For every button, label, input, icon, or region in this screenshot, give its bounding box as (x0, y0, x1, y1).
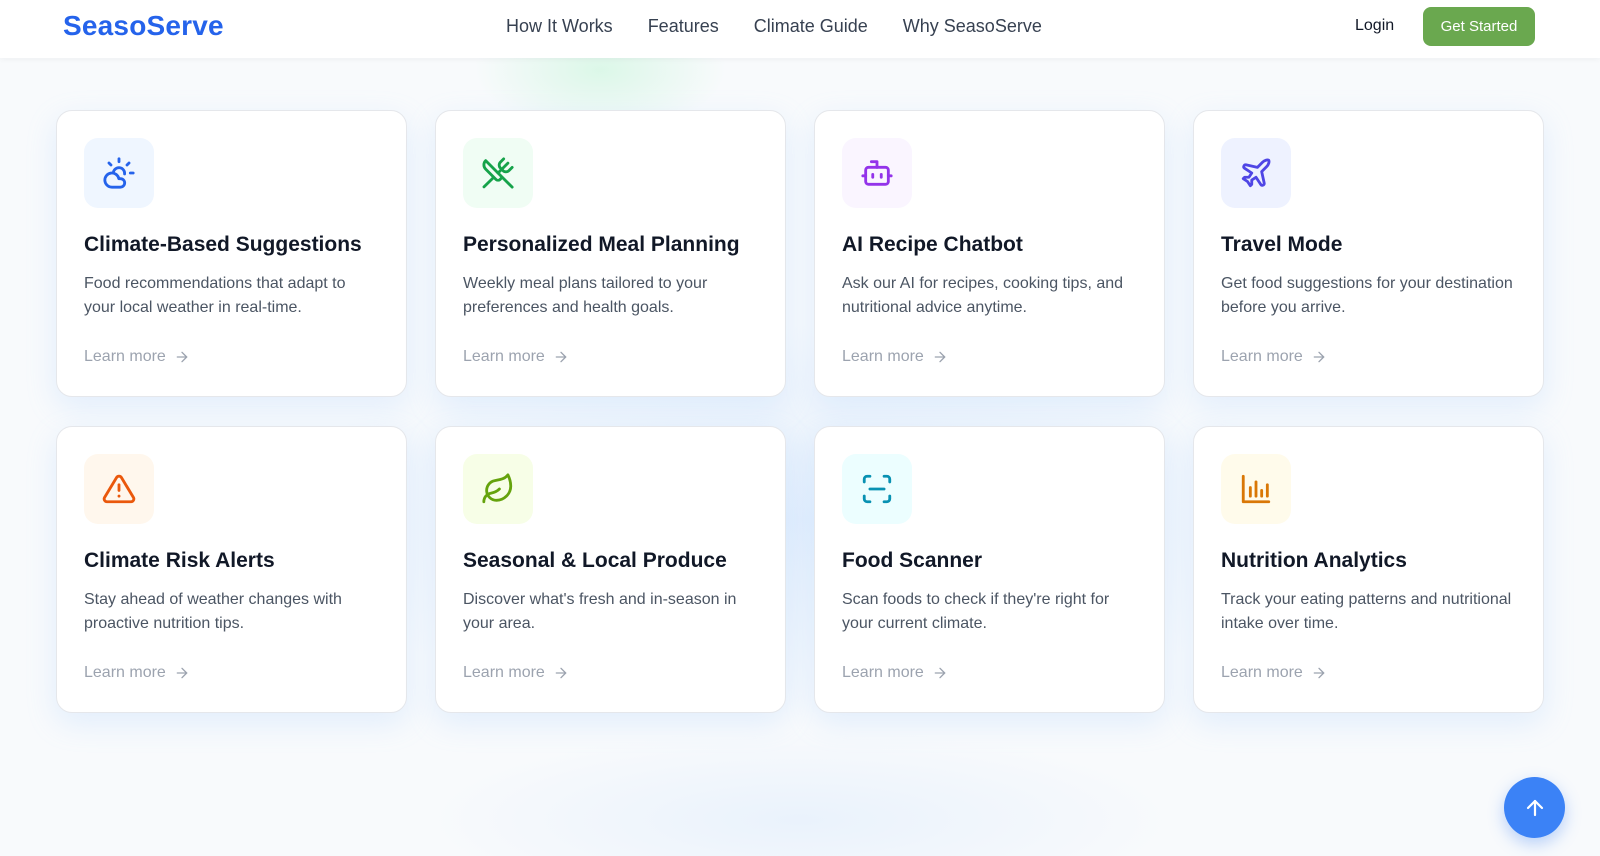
card-description: Ask our AI for recipes, cooking tips, an… (842, 275, 1124, 316)
leaf-icon (482, 473, 513, 504)
icon-box (842, 454, 912, 524)
learn-more-label: Learn more (463, 348, 545, 365)
nav-link-climate-guide[interactable]: Climate Guide (754, 16, 868, 37)
weather-sun-cloud-icon (103, 157, 135, 189)
arrow-right-icon (1311, 349, 1327, 365)
feature-card-nutrition-analytics[interactable]: Nutrition Analytics Track your eating pa… (1193, 426, 1544, 713)
warning-triangle-icon (102, 474, 136, 504)
icon-box (84, 138, 154, 208)
learn-more-label: Learn more (463, 664, 545, 681)
arrow-right-icon (932, 665, 948, 681)
scan-icon (862, 474, 892, 504)
utensils-crossed-icon (482, 157, 514, 189)
icon-box (842, 138, 912, 208)
learn-more-label: Learn more (84, 664, 166, 681)
learn-more-link[interactable]: Learn more (463, 348, 569, 366)
card-description: Get food suggestions for your destinatio… (1221, 275, 1513, 316)
arrow-right-icon (553, 349, 569, 365)
learn-more-link[interactable]: Learn more (1221, 348, 1327, 366)
icon-box (84, 454, 154, 524)
arrow-right-icon (1311, 665, 1327, 681)
arrow-right-icon (932, 349, 948, 365)
card-title: AI Recipe Chatbot (842, 233, 1023, 256)
learn-more-link[interactable]: Learn more (84, 348, 190, 366)
arrow-right-icon (174, 665, 190, 681)
learn-more-link[interactable]: Learn more (463, 664, 569, 682)
scroll-to-top-button[interactable] (1504, 777, 1565, 838)
learn-more-link[interactable]: Learn more (842, 348, 948, 366)
features-grid: Climate-Based Suggestions Food recommend… (56, 110, 1544, 713)
arrow-right-icon (174, 349, 190, 365)
learn-more-label: Learn more (842, 348, 924, 365)
learn-more-link[interactable]: Learn more (1221, 664, 1327, 682)
feature-card-seasonal-local-produce[interactable]: Seasonal & Local Produce Discover what's… (435, 426, 786, 713)
card-description: Discover what's fresh and in-season in y… (463, 591, 737, 632)
navbar: SeasoServe How It Works Features Climate… (0, 0, 1600, 58)
feature-card-personalized-meal-planning[interactable]: Personalized Meal Planning Weekly meal p… (435, 110, 786, 397)
arrow-right-icon (553, 665, 569, 681)
learn-more-label: Learn more (1221, 664, 1303, 681)
card-description: Track your eating patterns and nutrition… (1221, 591, 1512, 632)
card-title: Food Scanner (842, 549, 983, 572)
learn-more-link[interactable]: Learn more (842, 664, 948, 682)
icon-box (1221, 138, 1291, 208)
feature-card-climate-risk-alerts[interactable]: Climate Risk Alerts Stay ahead of weathe… (56, 426, 407, 713)
card-title: Seasonal & Local Produce (463, 549, 727, 572)
nav-link-how-it-works[interactable]: How It Works (506, 16, 613, 37)
card-description: Scan foods to check if they're right for… (842, 591, 1110, 632)
card-title: Climate Risk Alerts (84, 549, 275, 572)
nav-link-why-seasoserve[interactable]: Why SeasoServe (903, 16, 1042, 37)
feature-card-food-scanner[interactable]: Food Scanner Scan foods to check if they… (814, 426, 1165, 713)
learn-more-label: Learn more (84, 348, 166, 365)
learn-more-label: Learn more (1221, 348, 1303, 365)
bar-chart-icon (1241, 474, 1271, 504)
icon-box (463, 454, 533, 524)
card-description: Food recommendations that adapt to your … (84, 275, 346, 316)
feature-card-climate-based-suggestions[interactable]: Climate-Based Suggestions Food recommend… (56, 110, 407, 397)
card-title: Personalized Meal Planning (463, 233, 740, 256)
feature-card-ai-recipe-chatbot[interactable]: AI Recipe Chatbot Ask our AI for recipes… (814, 110, 1165, 397)
icon-box (1221, 454, 1291, 524)
nav-links: How It Works Features Climate Guide Why … (506, 16, 1077, 37)
robot-icon (861, 160, 893, 186)
learn-more-label: Learn more (842, 664, 924, 681)
feature-card-travel-mode[interactable]: Travel Mode Get food suggestions for you… (1193, 110, 1544, 397)
card-description: Weekly meal plans tailored to your prefe… (463, 275, 708, 316)
plane-icon (1241, 158, 1271, 188)
arrow-up-icon (1526, 799, 1543, 816)
card-title: Nutrition Analytics (1221, 549, 1407, 572)
brand-logo[interactable]: SeasoServe (63, 10, 224, 42)
get-started-button[interactable]: Get Started (1423, 7, 1535, 46)
learn-more-link[interactable]: Learn more (84, 664, 190, 682)
card-title: Travel Mode (1221, 233, 1343, 256)
card-description: Stay ahead of weather changes with proac… (84, 591, 342, 632)
card-title: Climate-Based Suggestions (84, 233, 362, 256)
login-link[interactable]: Login (1355, 17, 1394, 35)
icon-box (463, 138, 533, 208)
nav-link-features[interactable]: Features (648, 16, 719, 37)
